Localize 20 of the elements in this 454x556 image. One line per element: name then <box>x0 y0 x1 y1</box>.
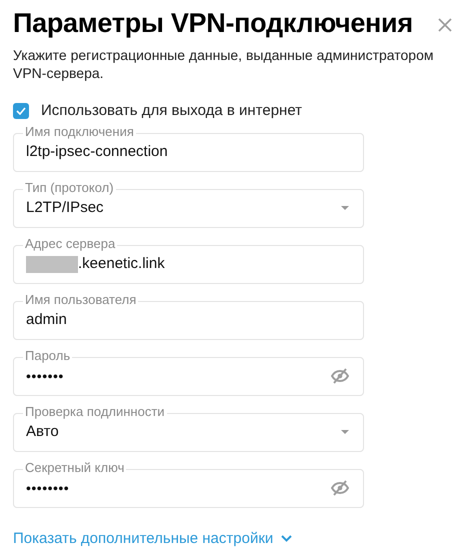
field-value: l2tp-ipsec-connection <box>26 142 169 162</box>
dropdown-caret-icon[interactable] <box>341 430 349 434</box>
checkbox-label: Использовать для выхода в интернет <box>41 101 302 121</box>
field-value: admin <box>26 310 68 330</box>
field-value: .keenetic.link <box>78 254 166 274</box>
chevron-down-icon <box>281 535 292 542</box>
field-value: ••••••• <box>26 366 65 386</box>
field-label: Тип (протокол) <box>23 180 116 196</box>
dialog-description: Укажите регистрационные данные, выданные администратором VPN-сервера. <box>13 46 434 82</box>
checkmark-icon <box>16 107 26 116</box>
field-value: L2TP/IPsec <box>26 198 105 218</box>
close-button[interactable] <box>437 17 453 33</box>
dropdown-caret-icon[interactable] <box>341 206 349 210</box>
field-value: •••••••• <box>26 478 70 498</box>
checkbox[interactable] <box>13 103 29 120</box>
field-label: Секретный ключ <box>23 460 126 476</box>
dialog-title: Параметры VPN-подключения <box>13 7 413 40</box>
eye-slash-icon[interactable] <box>331 368 349 384</box>
field-value: Авто <box>26 422 60 442</box>
eye-slash-icon[interactable] <box>331 480 349 496</box>
